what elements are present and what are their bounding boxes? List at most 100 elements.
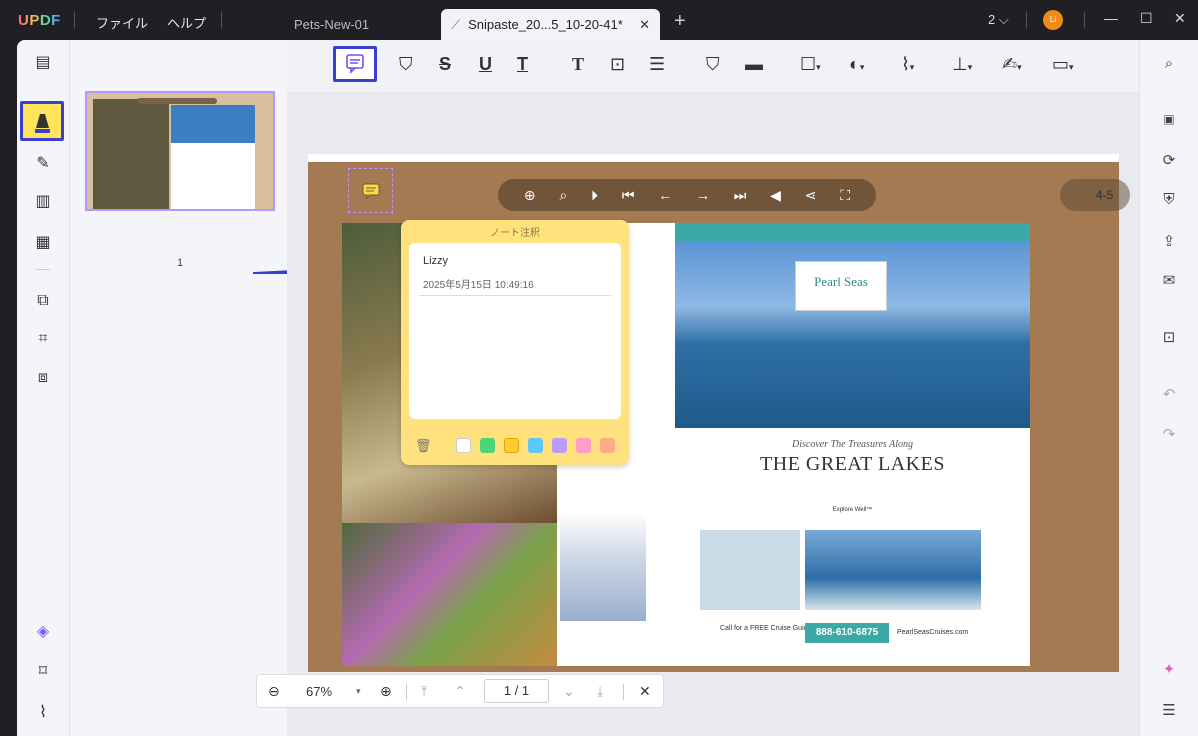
note-timestamp: 2025年5月15日 10:49:16 (423, 280, 534, 291)
page-indicator-pill: 4-5 (1060, 179, 1130, 211)
divider (623, 684, 624, 700)
search-icon[interactable]: ⌕ (1158, 55, 1180, 72)
share-icon: ⋖ (804, 186, 817, 203)
redo-icon[interactable]: ↷ (1158, 425, 1180, 443)
organize-pages-icon[interactable]: ⧉ (32, 290, 54, 312)
zoom-in-icon[interactable]: ⊕ (380, 683, 392, 700)
eraser-icon[interactable]: ▬ (745, 54, 763, 75)
divider (36, 269, 50, 270)
discover-text: Discover The Treasures Along (791, 439, 913, 450)
close-nav-icon[interactable]: ✕ (639, 683, 651, 700)
attach-icon[interactable]: ⌇▾ (901, 54, 914, 75)
tab-snipaste[interactable]: ⟋ Snipaste_20...5_10-20-41* ✕ (441, 9, 660, 40)
app-body: ▤ ✎ ▥ ▦ ⧉ ⌗ ⧈ ◈ ⌑ ⌇ 1 ⛉ S U T T ⊡ ☰ ⛉ ▬ … (17, 40, 1198, 736)
bookmark-icon[interactable]: ⌑ (32, 661, 54, 683)
color-swatch-green[interactable] (480, 438, 495, 453)
color-swatch-purple[interactable] (552, 438, 567, 453)
first-page-icon[interactable]: ⤒ (421, 683, 427, 700)
maximize-button[interactable]: ☐ (1140, 10, 1153, 27)
title-bar: UPDF ファイル ヘルプ Pets-New-01 ⟋ Snipaste_20.… (0, 0, 1198, 40)
ai-assistant-icon[interactable]: ✦ (1158, 660, 1180, 678)
comment-mode-button[interactable] (20, 101, 64, 141)
zoom-out-icon[interactable]: ⊖ (268, 683, 280, 700)
prev-icon: ← (658, 187, 673, 203)
trash-icon[interactable]: 🗑 (415, 438, 432, 454)
stamp-icon[interactable]: ⊥▾ (952, 54, 972, 75)
sticky-note-icon (362, 183, 379, 199)
share-icon[interactable]: ⇪ (1158, 232, 1180, 250)
next-icon: → (695, 187, 710, 203)
pencil-icon[interactable]: ⛉ (706, 54, 720, 75)
zoom-level[interactable]: 67% (306, 684, 332, 699)
page-input[interactable]: 1 / 1 (484, 679, 549, 703)
lake-photo: Pearl Seas (675, 241, 1030, 428)
layers-icon[interactable]: ◈ (32, 621, 54, 643)
tools-icon[interactable]: ⧈ (32, 367, 54, 389)
website-text: PearlSeasCruises.com (897, 629, 969, 636)
sticky-note-icon (346, 54, 364, 74)
sticker-icon[interactable]: ◐▾ (849, 54, 864, 75)
menu-file[interactable]: ファイル (96, 13, 148, 32)
play-icon: ⏵ (591, 186, 599, 203)
text-callout-icon[interactable]: ☰ (649, 54, 665, 75)
document-viewer[interactable]: ⊕ ⌕ ⏵ ⏮ ← → ⏭ ◀ ⋖ ⛶ 4-5 Pearl Seas Disco… (287, 92, 1139, 736)
minimize-button[interactable]: — (1104, 10, 1118, 26)
close-window-button[interactable]: ✕ (1174, 10, 1186, 27)
zoom-in-icon: ⊕ (523, 186, 536, 203)
protect-icon[interactable]: ⛨ (1158, 191, 1180, 208)
page-thumbnail[interactable] (85, 91, 275, 211)
add-tab-icon[interactable]: + (674, 10, 686, 33)
color-swatch-orange[interactable] (600, 438, 615, 453)
form-icon[interactable]: ▦ (32, 232, 54, 254)
tab-pets-new[interactable]: Pets-New-01 (294, 9, 369, 40)
close-tab-icon[interactable]: ✕ (639, 17, 650, 33)
explore-text: Explore Well™ (832, 507, 873, 513)
note-popup[interactable]: ノート注釈 Lizzy 2025年5月15日 10:49:16 🗑 (401, 220, 629, 465)
annotation-toolbar: ⛉ S U T T ⊡ ☰ ⛉ ▬ ☐▾ ◐▾ ⌇▾ ⊥▾ ✍▾ ▭▾ (287, 40, 1139, 92)
undo-icon[interactable]: ↶ (1158, 385, 1180, 403)
avatar[interactable]: Li (1043, 10, 1063, 30)
title-separator (1084, 12, 1085, 28)
strikethrough-icon[interactable]: S (439, 54, 451, 75)
note-annotation-marker[interactable] (348, 168, 393, 213)
squiggly-icon[interactable]: T (517, 54, 528, 75)
color-swatch-white[interactable] (456, 438, 471, 453)
next-page-icon[interactable]: ⌄ (563, 683, 575, 700)
page-number-label: 1 (177, 257, 184, 269)
email-icon[interactable]: ✉ (1158, 271, 1180, 289)
chevron-down-icon: ⌵ (998, 12, 1009, 27)
textbox-icon[interactable]: ⊡ (610, 54, 625, 75)
page-layout-icon[interactable]: ▥ (32, 191, 54, 213)
color-swatch-pink[interactable] (576, 438, 591, 453)
highlight-icon[interactable]: ⛉ (399, 54, 413, 75)
tab-label: Snipaste_20...5_10-20-41* (468, 17, 623, 32)
bottom-nav-bar: ⊖ 67% ▾ ⊕ ⤒ ⌃ 1 / 1 ⌄ ⤓ ✕ (256, 674, 664, 708)
crop-icon[interactable]: ⌗ (32, 328, 54, 350)
comments-panel-icon[interactable]: ☰ (1158, 701, 1180, 719)
pearl-seas-logo: Pearl Seas (795, 261, 887, 311)
prev-page-icon[interactable]: ⌃ (454, 683, 466, 700)
last-page-icon: ⏭ (733, 186, 747, 203)
measure-icon[interactable]: ▭▾ (1052, 54, 1074, 75)
call-text: Call for a FREE Cruise Guide (720, 625, 812, 632)
save-icon[interactable]: ⊡ (1158, 328, 1180, 346)
attachment-icon[interactable]: ⌇ (32, 702, 54, 724)
edit-pdf-icon[interactable]: ✎ (32, 153, 54, 175)
sound-icon: ◀ (770, 186, 781, 203)
zoom-dropdown-icon[interactable]: ▾ (356, 686, 361, 697)
window-count[interactable]: 2 ⌵ (988, 12, 1009, 28)
underline-icon[interactable]: U (479, 54, 492, 75)
convert-icon[interactable]: ⟳ (1158, 151, 1180, 169)
text-icon[interactable]: T (572, 54, 584, 75)
signature-icon[interactable]: ✍▾ (1002, 54, 1022, 75)
sticky-note-button[interactable] (333, 46, 377, 82)
menu-help[interactable]: ヘルプ (167, 13, 206, 32)
note-content[interactable]: Lizzy 2025年5月15日 10:49:16 (409, 243, 621, 419)
last-page-icon[interactable]: ⤓ (597, 683, 603, 700)
pdf-page[interactable]: ⊕ ⌕ ⏵ ⏮ ← → ⏭ ◀ ⋖ ⛶ 4-5 Pearl Seas Disco… (308, 154, 1130, 672)
reader-icon[interactable]: ▤ (32, 52, 54, 74)
shape-icon[interactable]: ☐▾ (800, 54, 821, 75)
color-swatch-yellow[interactable] (504, 438, 519, 453)
ocr-icon[interactable]: ▣ (1158, 112, 1180, 126)
color-swatch-blue[interactable] (528, 438, 543, 453)
